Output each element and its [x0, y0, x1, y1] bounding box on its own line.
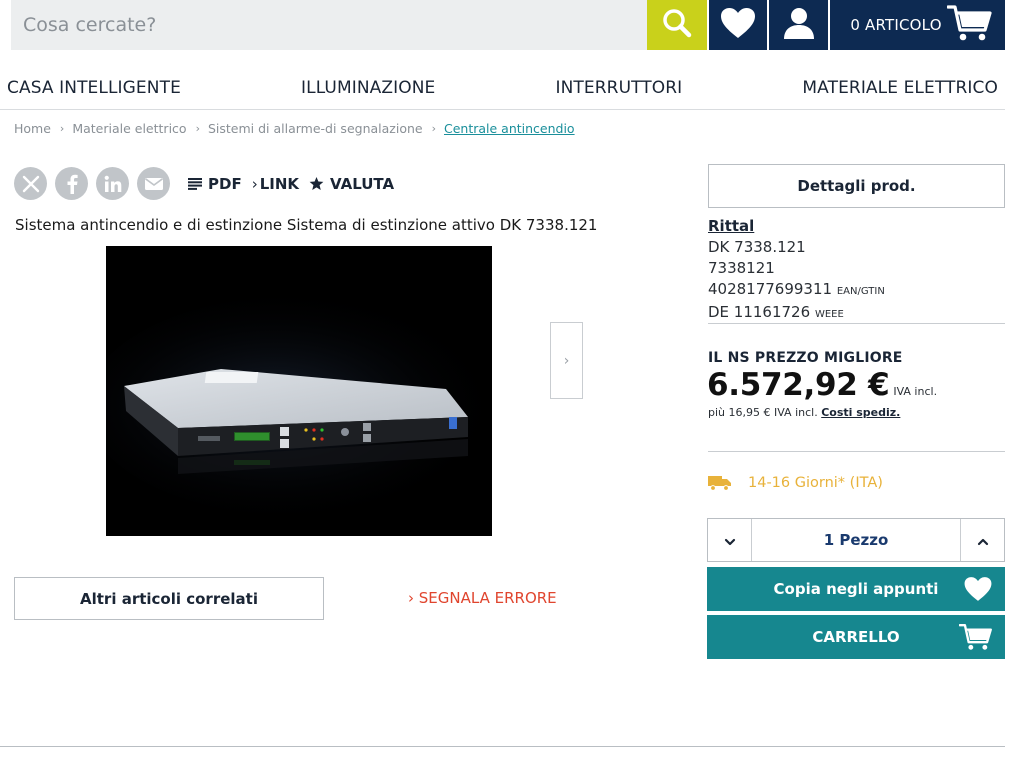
quantity-value[interactable]: 1 Pezzo [752, 519, 960, 561]
cart-icon [946, 4, 993, 46]
product-details-button[interactable]: Dettagli prod. [708, 164, 1005, 208]
ean-number: 4028177699311 [708, 280, 833, 298]
truck-icon [708, 474, 732, 491]
add-to-cart-button[interactable]: CARRELLO [707, 615, 1005, 659]
breadcrumb-home[interactable]: Home [14, 121, 51, 136]
breadcrumb-current[interactable]: Centrale antincendio [444, 121, 575, 136]
product-image[interactable] [106, 246, 492, 536]
ean-tag: EAN/GTIN [836, 286, 885, 297]
delivery-info: 14-16 Giorni* (ITA) [708, 474, 883, 491]
price-block: 6.572,92 € IVA incl. [707, 367, 937, 403]
pdf-button[interactable]: PDF [188, 175, 242, 193]
search-icon [661, 7, 693, 43]
cart-icon [959, 623, 993, 651]
quantity-stepper: 1 Pezzo [707, 518, 1005, 562]
link-button[interactable]: › LINK [252, 175, 299, 193]
report-error-link[interactable]: › SEGNALA ERRORE [408, 589, 557, 607]
heart-icon [963, 576, 993, 603]
share-actions: PDF › LINK VALUTA [14, 167, 394, 200]
heart-icon [719, 6, 757, 44]
linkedin-icon[interactable] [96, 167, 129, 200]
top-bar: 0 ARTICOLO [11, 0, 1005, 50]
search-button[interactable] [646, 0, 707, 50]
facebook-icon[interactable] [55, 167, 88, 200]
nav-item-casa-intelligente[interactable]: CASA INTELLIGENTE [7, 78, 181, 98]
chevron-right-icon: › [431, 122, 436, 135]
chevron-right-icon: › [251, 174, 258, 193]
quantity-decrease-button[interactable] [708, 519, 752, 561]
search-input[interactable] [11, 0, 647, 50]
rate-label: VALUTA [330, 174, 395, 193]
model-number: DK 7338.121 [708, 238, 806, 256]
link-label: LINK [259, 174, 300, 193]
category-nav: CASA INTELLIGENTE ILLUMINAZIONE INTERRUT… [0, 66, 1005, 110]
report-error-label: SEGNALA ERRORE [418, 589, 557, 607]
shipping-costs-link[interactable]: Costi spediz. [821, 406, 900, 419]
nav-item-illuminazione[interactable]: ILLUMINAZIONE [301, 78, 435, 98]
weee-tag: WEEE [814, 309, 844, 320]
rate-button[interactable]: VALUTA [309, 175, 394, 193]
divider [708, 323, 1005, 324]
x-icon[interactable] [14, 167, 47, 200]
wishlist-button[interactable] [708, 0, 768, 50]
price-value: 6.572,92 € [707, 367, 890, 403]
shipping-cost: più 16,95 € IVA incl. [708, 406, 818, 419]
footer-divider [0, 746, 1005, 747]
quantity-increase-button[interactable] [960, 519, 1004, 561]
pdf-label: PDF [208, 174, 242, 193]
cart-button[interactable]: 0 ARTICOLO [830, 0, 1005, 50]
related-articles-button[interactable]: Altri articoli correlati [14, 577, 324, 620]
breadcrumb-sistemi-allarme[interactable]: Sistemi di allarme-di segnalazione [208, 121, 423, 136]
user-icon [782, 6, 816, 44]
list-icon [188, 177, 202, 190]
article-number: 7338121 [708, 259, 775, 277]
add-to-clipboard-button[interactable]: Copia negli appunti [707, 567, 1005, 611]
nav-item-materiale-elettrico[interactable]: MATERIALE ELETTRICO [802, 78, 998, 98]
chevron-up-icon [977, 531, 989, 550]
divider [708, 451, 1005, 452]
breadcrumb: Home › Materiale elettrico › Sistemi di … [14, 121, 575, 136]
product-title: Sistema antincendio e di estinzione Sist… [15, 216, 598, 234]
breadcrumb-materiale-elettrico[interactable]: Materiale elettrico [72, 121, 186, 136]
image-next-button[interactable]: › [550, 322, 583, 399]
delivery-time: 14-16 Giorni* (ITA) [748, 474, 883, 491]
product-info: Rittal DK 7338.121 7338121 4028177699311… [708, 216, 885, 325]
nav-item-interruttori[interactable]: INTERRUTTORI [556, 78, 683, 98]
chevron-right-icon: › [59, 122, 65, 135]
price-vat-label: IVA incl. [893, 385, 938, 398]
chevron-right-icon: › [563, 352, 570, 369]
cart-count-label: 0 ARTICOLO [850, 16, 942, 34]
mail-icon[interactable] [137, 167, 170, 200]
brand-link[interactable]: Rittal [708, 217, 754, 235]
shipping-info: più 16,95 € IVA incl. Costi spediz. [708, 406, 900, 419]
clipboard-label: Copia negli appunti [773, 580, 939, 598]
chevron-right-icon: › [195, 122, 200, 135]
weee-number: DE 11161726 [708, 303, 811, 321]
chevron-right-icon: › [408, 589, 419, 607]
cart-button-label: CARRELLO [812, 628, 900, 646]
account-button[interactable] [769, 0, 829, 50]
chevron-down-icon [724, 531, 736, 550]
price-heading: IL NS PREZZO MIGLIORE [708, 350, 903, 366]
star-icon [309, 176, 324, 191]
